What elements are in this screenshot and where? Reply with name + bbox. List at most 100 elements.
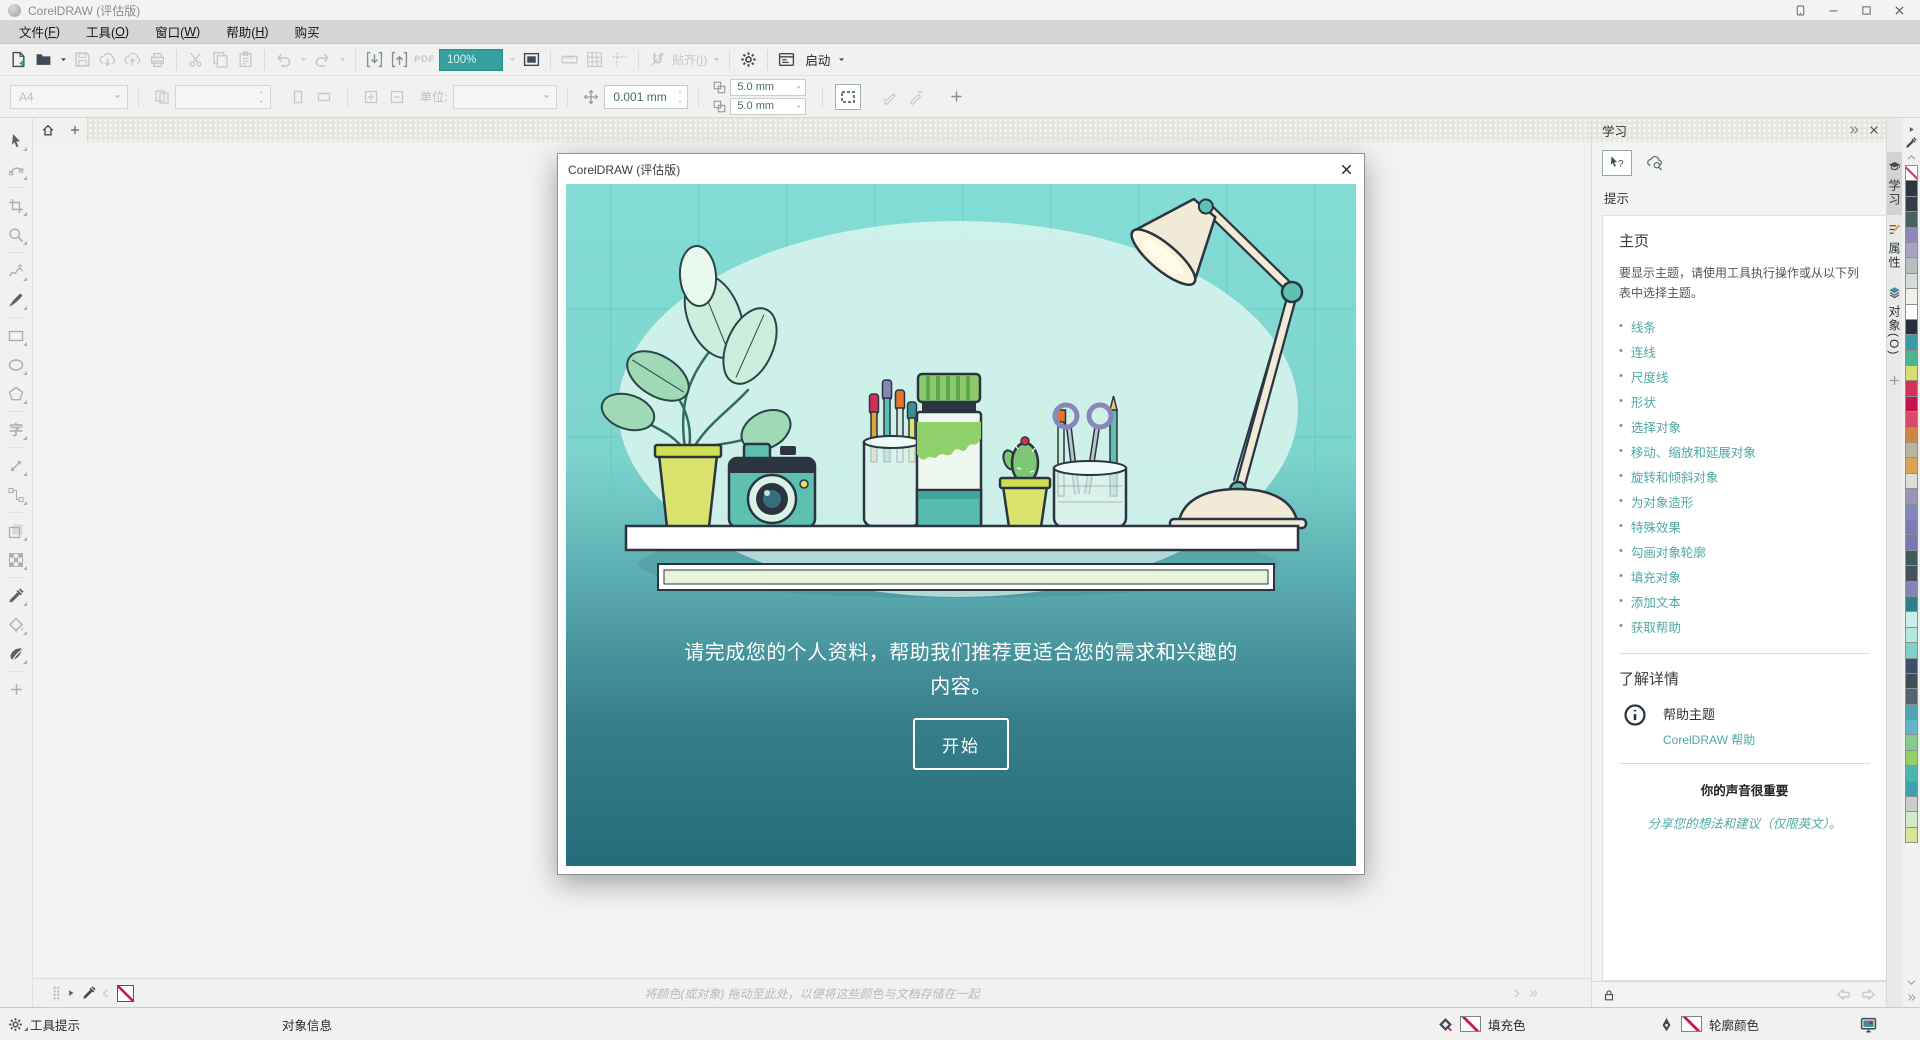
menu-item[interactable]: 帮助(H) xyxy=(213,20,281,43)
portrait-button[interactable] xyxy=(285,84,311,110)
color-swatch[interactable] xyxy=(1905,288,1918,304)
maximize-button[interactable] xyxy=(1860,4,1873,17)
color-swatch[interactable] xyxy=(1905,596,1918,612)
cloud-save-button[interactable] xyxy=(120,47,145,73)
color-swatch[interactable] xyxy=(1905,781,1918,797)
hint-topic-link[interactable]: 勾画对象轮廓 xyxy=(1631,542,1706,561)
touch-mode-icon[interactable] xyxy=(1794,4,1807,17)
color-swatch[interactable] xyxy=(1905,673,1918,689)
dimension-tool[interactable] xyxy=(2,451,30,480)
menu-item[interactable]: 窗口(W) xyxy=(142,20,213,43)
minimize-button[interactable] xyxy=(1827,4,1840,17)
color-swatch[interactable] xyxy=(1905,811,1918,827)
color-swatch[interactable] xyxy=(1905,550,1918,566)
transparency-tool[interactable] xyxy=(2,545,30,574)
color-swatch[interactable] xyxy=(1905,304,1918,320)
color-swatch[interactable] xyxy=(1905,365,1918,381)
import-button[interactable] xyxy=(362,47,387,73)
color-swatch[interactable] xyxy=(1905,488,1918,504)
color-swatch[interactable] xyxy=(1905,688,1918,704)
text-tool[interactable]: 字 xyxy=(2,415,30,444)
color-swatch[interactable] xyxy=(1905,581,1918,597)
color-swatch[interactable] xyxy=(1905,273,1918,289)
palette-scroll-up-icon[interactable] xyxy=(1906,150,1917,164)
hint-topic-link[interactable]: 移动、缩放和延展对象 xyxy=(1631,442,1756,461)
color-swatch[interactable] xyxy=(1905,211,1918,227)
hint-topic-link[interactable]: 线条 xyxy=(1631,317,1656,336)
artistic-media-tool[interactable] xyxy=(2,285,30,314)
duplicate-x-field[interactable]: 5.0 mm xyxy=(730,79,806,96)
color-swatch[interactable] xyxy=(1905,642,1918,658)
zoom-level-combo[interactable]: 100% xyxy=(439,49,503,71)
hint-topic-link[interactable]: 选择对象 xyxy=(1631,417,1681,436)
freehand-tool[interactable] xyxy=(2,256,30,285)
document-color-settings-icon[interactable] xyxy=(1860,1016,1877,1033)
new-document-button[interactable] xyxy=(6,47,31,73)
color-swatch[interactable] xyxy=(1905,396,1918,412)
color-swatch[interactable] xyxy=(1905,565,1918,581)
snap-off-icon[interactable] xyxy=(645,47,670,73)
coreldraw-help-link[interactable]: CorelDRAW 帮助 xyxy=(1663,733,1755,747)
color-swatch[interactable] xyxy=(1905,704,1918,720)
drawing-canvas[interactable]: CorelDRAW (评估版) xyxy=(33,142,1591,978)
shape-tool[interactable] xyxy=(2,155,30,184)
color-swatch[interactable] xyxy=(1905,180,1918,196)
cloud-open-button[interactable] xyxy=(95,47,120,73)
color-swatch[interactable] xyxy=(1905,658,1918,674)
fill-color-swatch[interactable] xyxy=(1460,1016,1481,1032)
color-swatch[interactable] xyxy=(1905,427,1918,443)
cut-button[interactable] xyxy=(183,47,208,73)
snap-to-label[interactable]: 贴齐(I) xyxy=(670,51,709,68)
outline-color-swatch[interactable] xyxy=(1681,1016,1702,1032)
interactive-fill-tool[interactable] xyxy=(2,610,30,639)
redo-dropdown-icon[interactable] xyxy=(335,47,349,73)
palette-eyedropper-icon[interactable] xyxy=(1905,136,1917,150)
connector-tool[interactable] xyxy=(2,480,30,509)
polygon-tool[interactable] xyxy=(2,379,30,408)
hint-topic-link[interactable]: 填充对象 xyxy=(1631,567,1681,586)
palette-drag-handle-icon[interactable] xyxy=(53,986,60,1001)
color-swatch[interactable] xyxy=(1905,750,1918,766)
customize-toolbox-button[interactable] xyxy=(2,675,30,704)
palette-more-icon[interactable] xyxy=(1528,988,1539,999)
show-rulers-button[interactable] xyxy=(557,47,582,73)
open-dropdown-icon[interactable] xyxy=(56,47,70,73)
feedback-link[interactable]: 分享您的想法和建议（仅限英文）。 xyxy=(1619,813,1870,832)
color-swatch[interactable] xyxy=(1905,473,1918,489)
save-button[interactable] xyxy=(70,47,95,73)
color-swatch[interactable] xyxy=(1905,227,1918,243)
hint-topic-link[interactable]: 添加文本 xyxy=(1631,592,1681,611)
open-button[interactable] xyxy=(31,47,56,73)
undo-dropdown-icon[interactable] xyxy=(296,47,310,73)
page-dimensions-combo[interactable] xyxy=(175,85,271,109)
crop-tool[interactable] xyxy=(2,191,30,220)
color-swatch[interactable] xyxy=(1905,611,1918,627)
color-swatch[interactable] xyxy=(1905,457,1918,473)
landscape-button[interactable] xyxy=(311,84,337,110)
color-swatch[interactable] xyxy=(1905,257,1918,273)
show-grid-button[interactable] xyxy=(582,47,607,73)
pick-tool[interactable] xyxy=(2,126,30,155)
print-button[interactable] xyxy=(145,47,170,73)
paste-button[interactable] xyxy=(233,47,258,73)
dialog-close-button[interactable] xyxy=(1339,162,1354,177)
color-swatch[interactable] xyxy=(1905,796,1918,812)
launcher-icon[interactable] xyxy=(774,47,799,73)
hint-topic-link[interactable]: 形状 xyxy=(1631,392,1656,411)
palette-options-icon[interactable] xyxy=(1907,122,1916,136)
color-swatch[interactable] xyxy=(1905,242,1918,258)
docker-tab-learn[interactable]: 学习 xyxy=(1887,152,1903,215)
color-swatch[interactable] xyxy=(1905,534,1918,550)
docker-collapse-icon[interactable] xyxy=(1848,124,1860,136)
duplicate-y-field[interactable]: 5.0 mm xyxy=(730,98,806,115)
treat-as-filled-button[interactable] xyxy=(835,84,861,110)
launch-dropdown-icon[interactable] xyxy=(834,47,848,73)
menu-item[interactable]: 工具(O) xyxy=(73,20,142,43)
undo-button[interactable] xyxy=(271,47,296,73)
color-swatch[interactable] xyxy=(1905,350,1918,366)
color-swatch[interactable] xyxy=(1905,380,1918,396)
drop-shadow-tool[interactable] xyxy=(2,516,30,545)
close-button[interactable] xyxy=(1893,4,1906,17)
pin-docker-icon[interactable] xyxy=(1602,988,1616,1002)
hint-topic-link[interactable]: 尺度线 xyxy=(1631,367,1669,386)
